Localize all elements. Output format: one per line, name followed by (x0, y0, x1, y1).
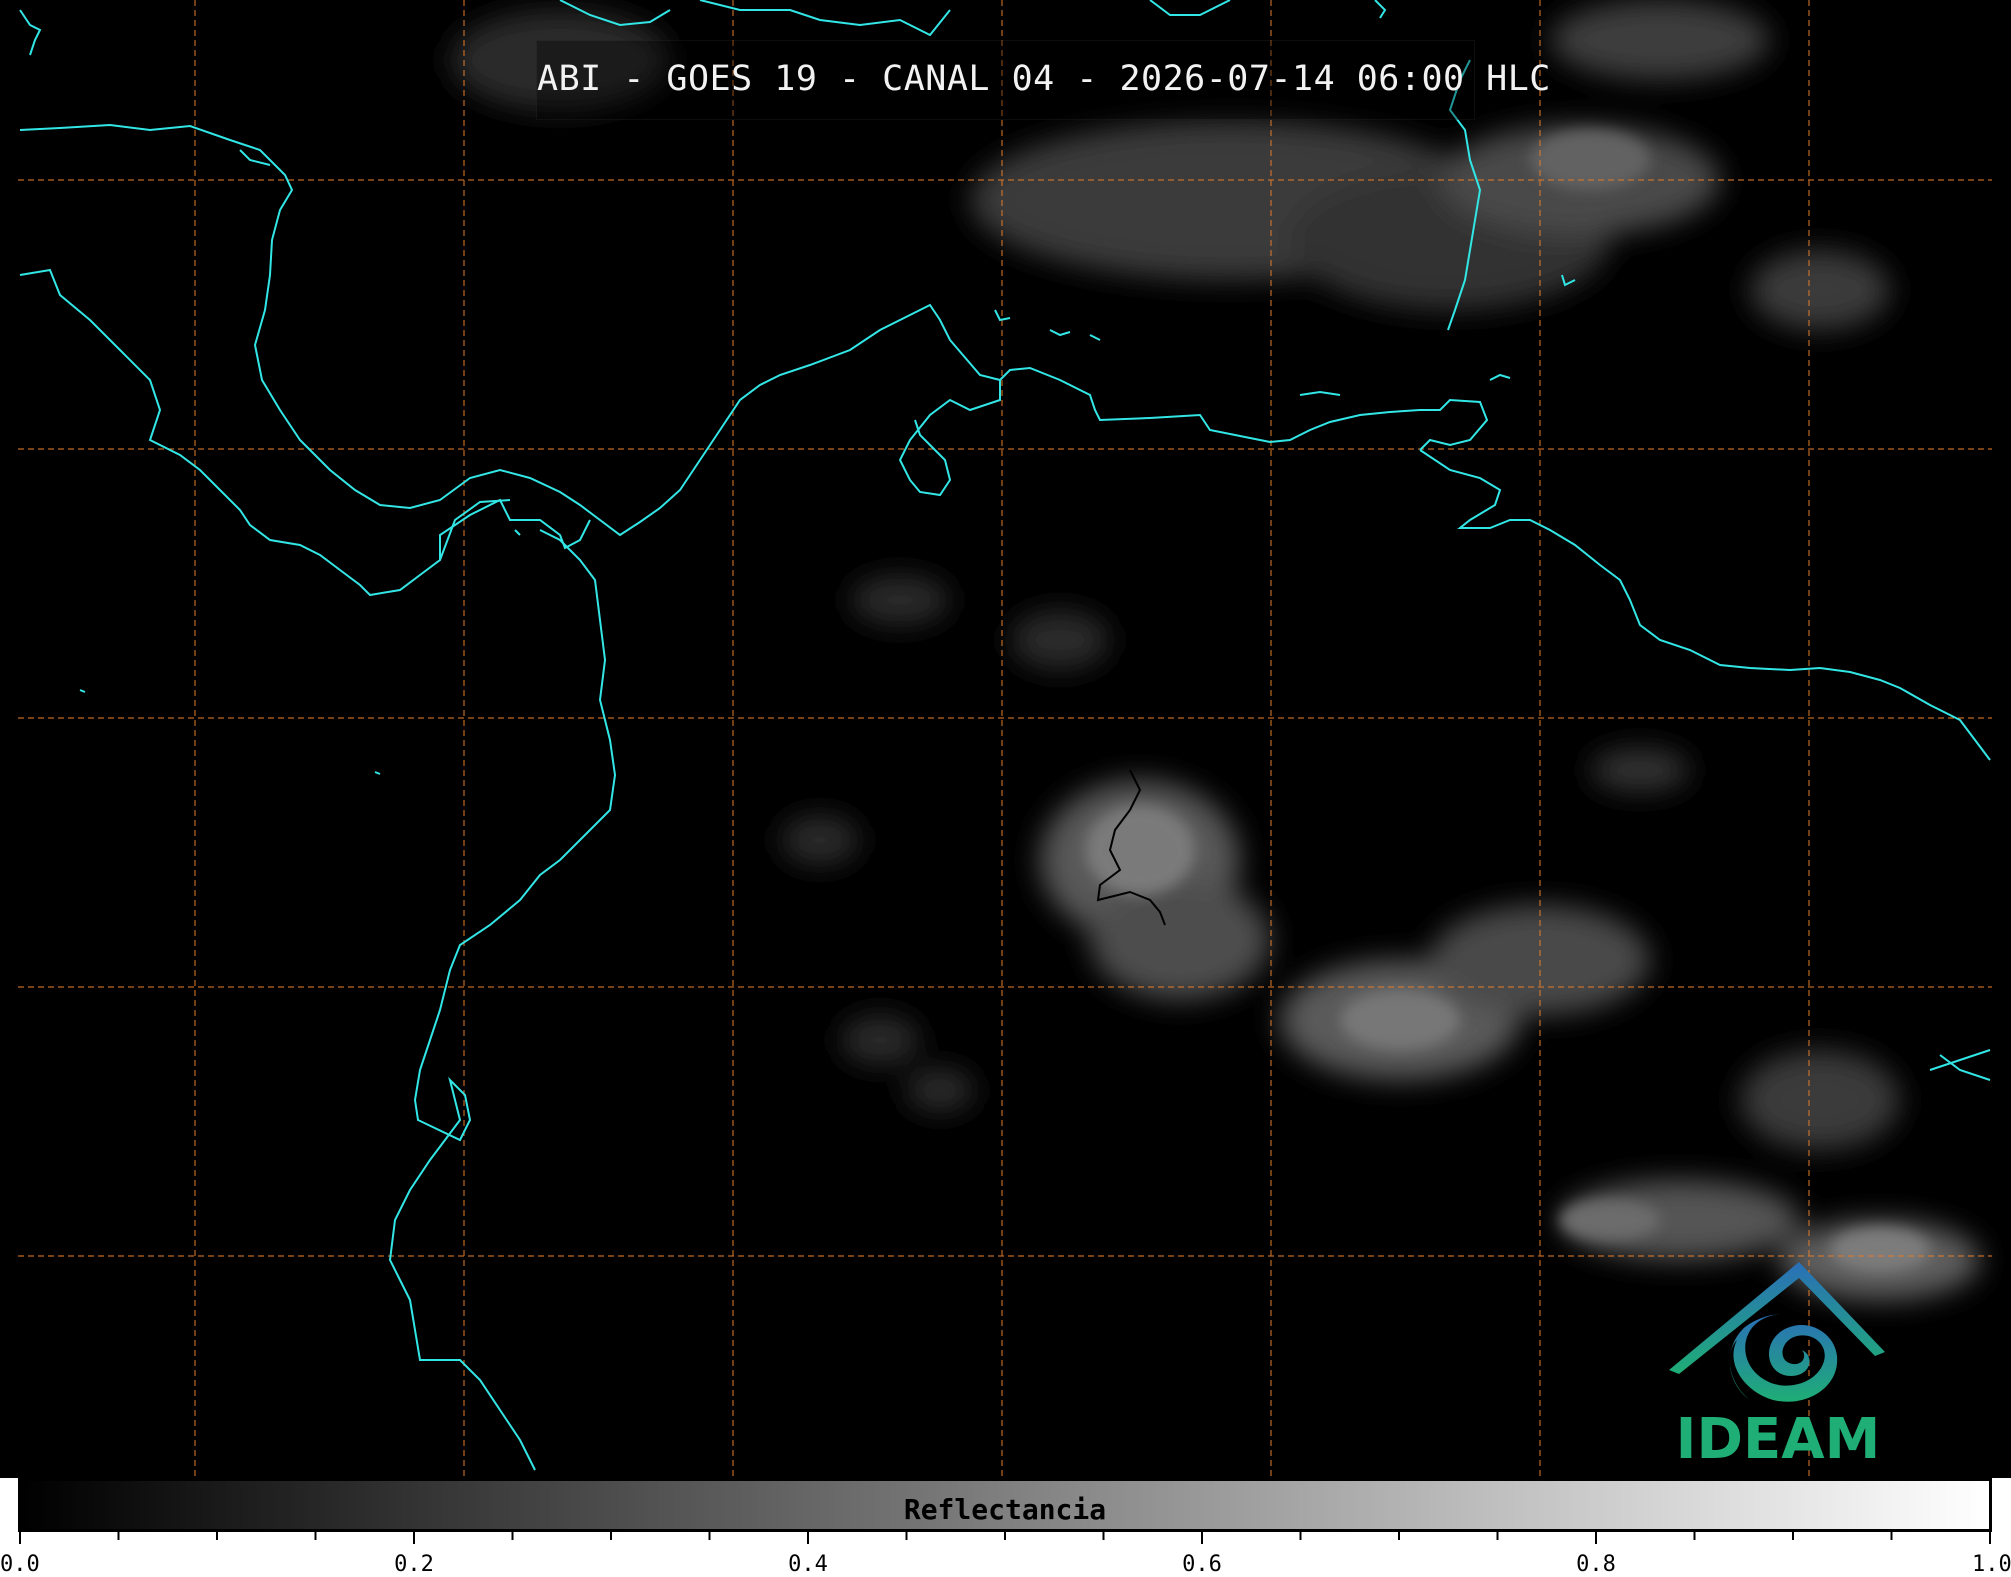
colorbar: Reflectancia (18, 1478, 1992, 1532)
title-panel: ABI - GOES 19 - CANAL 04 - 2026-07-14 06… (536, 40, 1551, 120)
map-title: ABI - GOES 19 - CANAL 04 - 2026-07-14 06… (537, 59, 1551, 99)
tick-label: 0.2 (394, 1552, 434, 1577)
tick-label: 0.0 (0, 1552, 40, 1577)
ideam-logo: IDEAM (1665, 1252, 1891, 1472)
tick-label: 0.4 (788, 1552, 828, 1577)
tick-label: 0.6 (1182, 1552, 1222, 1577)
tick-label: 0.8 (1576, 1552, 1616, 1577)
satellite-map: ABI - GOES 19 - CANAL 04 - 2026-07-14 06… (0, 0, 2011, 1478)
ideam-logo-icon (1669, 1262, 1885, 1402)
tick-label: 1.0 (1972, 1552, 2011, 1577)
colorbar-ticks (19, 1532, 1991, 1544)
colorbar-label: Reflectancia (903, 1493, 1107, 1526)
logo-text: IDEAM (1675, 1407, 1881, 1472)
cloud-layer (450, 0, 1980, 1300)
